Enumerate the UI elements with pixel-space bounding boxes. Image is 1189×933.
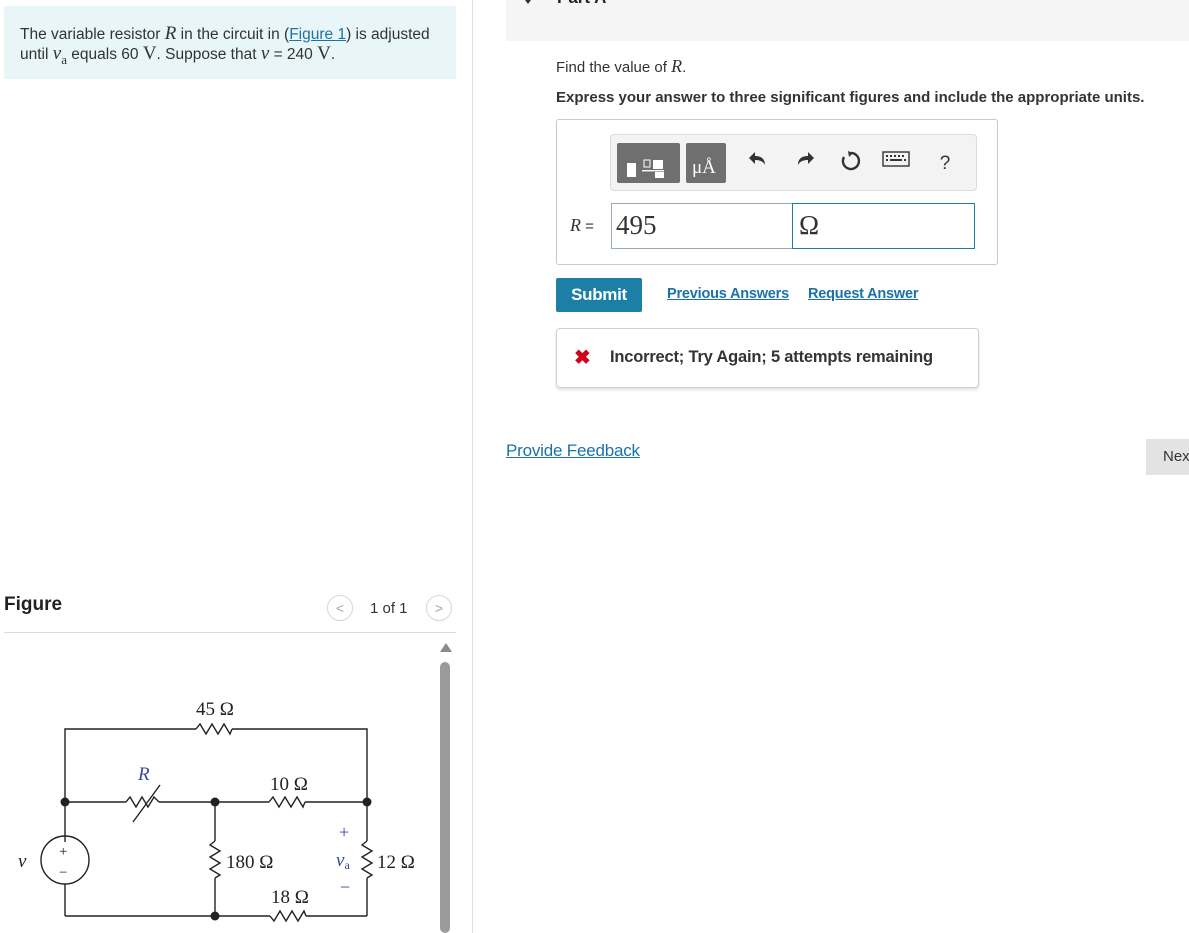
part-header-bar[interactable] [506,0,1189,41]
x-icon: ✖ [574,347,591,369]
reset-icon [841,151,861,171]
problem-text: . Suppose that [156,46,261,63]
submit-button[interactable]: Submit [556,278,642,312]
unit-V: V [317,43,331,64]
resistor-12 [360,840,374,879]
figure-prev-button[interactable]: < [327,595,353,621]
help-icon: ? [939,153,951,174]
problem-text: The variable resistor [20,26,165,43]
next-button[interactable]: Next [1146,439,1189,475]
templates-icon [627,159,664,178]
label-source-v: v [18,851,27,872]
circuit-nodes [60,797,372,921]
va-plus: + [339,822,349,842]
request-answer-link[interactable]: Request Answer [808,286,918,302]
var-va: va [52,43,67,67]
problem-text: . [330,46,336,63]
undo-button[interactable] [745,149,771,177]
resistor-180 [208,840,222,879]
help-button[interactable]: ? [932,153,958,181]
figure-divider [4,632,456,633]
figure-link[interactable]: Figure 1 [289,26,346,43]
keyboard-icon [882,151,910,167]
resistor-10 [268,795,306,809]
figure-title: Figure [4,594,63,615]
label-R: R [137,764,150,785]
problem-statement: The variable resistor R in the circuit i… [4,6,456,79]
collapse-caret-icon[interactable] [525,0,531,4]
variable-arrow [132,784,161,823]
label-va: va [336,850,350,872]
column-divider [472,0,473,933]
wire-top-loop [64,728,368,802]
source-minus: − [59,865,67,881]
var-R: R [164,23,177,44]
figure-pager-text: 1 of 1 [370,600,408,617]
question-prompt: Find the value of R. [556,56,687,76]
circuit-diagram: 45 Ω R 10 Ω 180 Ω 18 Ω 12 Ω v + − + va − [18,699,415,923]
previous-answers-link[interactable]: Previous Answers [667,286,789,302]
label-12: 12 Ω [377,852,415,873]
undo-icon [749,152,765,165]
problem-text: in the circuit in ( [176,26,290,43]
math-toolbar: μÅ ? [610,134,977,191]
answer-instructions: Express your answer to three significant… [556,89,1145,106]
figure-scrollbar[interactable] [440,662,450,933]
provide-feedback-link[interactable]: Provide Feedback [506,441,640,461]
part-title: Part A [557,0,606,8]
resistor-R [125,795,160,809]
resistor-45 [195,722,233,736]
feedback-message: Incorrect; Try Again; 5 attempts remaini… [610,348,933,366]
unit-V: V [142,43,157,64]
chevron-left-icon: < [335,600,345,616]
source-plus: + [59,844,67,860]
reset-button[interactable] [838,149,864,177]
redo-button[interactable] [792,149,818,177]
keyboard-button[interactable] [881,149,911,177]
va-minus: − [340,877,350,897]
chevron-right-icon: > [434,600,444,616]
answer-unit-input[interactable]: Ω [792,203,975,249]
units-button[interactable]: μÅ [686,143,726,183]
label-10: 10 Ω [270,774,308,795]
answer-label: R = [570,215,594,235]
templates-button[interactable] [617,143,680,183]
label-18: 18 Ω [271,887,309,908]
scroll-up-arrow[interactable] [440,643,452,652]
redo-icon [798,152,814,165]
figure-next-button[interactable]: > [426,595,452,621]
label-180: 180 Ω [226,852,273,873]
units-icon: μÅ [692,157,716,178]
answer-value-input[interactable]: 495 [611,203,793,249]
label-45: 45 Ω [196,699,234,720]
var-v: v [260,43,270,64]
resistor-18 [269,909,307,923]
problem-text: = 240 [269,46,318,63]
problem-text: equals 60 [66,46,143,63]
